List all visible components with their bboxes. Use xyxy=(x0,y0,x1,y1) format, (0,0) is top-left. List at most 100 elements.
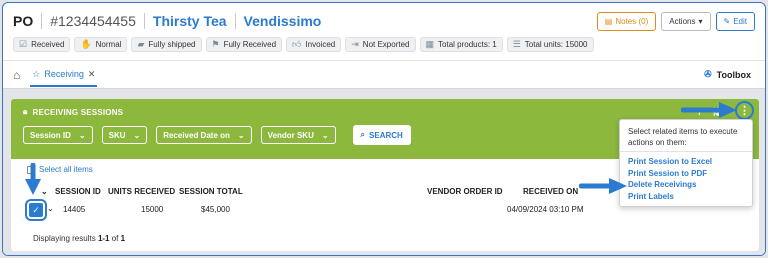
annotation-arrow-checkbox xyxy=(25,163,41,195)
check-square-icon: ☑ xyxy=(19,39,28,49)
export-icon: ⇥ xyxy=(351,39,359,49)
status-badge: ☑ Received xyxy=(13,37,71,52)
buyer-link[interactable]: Thirsty Tea xyxy=(153,13,227,29)
panel-title: 🔒︎ RECEIVING SESSIONS xyxy=(23,107,123,117)
footer-of: of xyxy=(111,234,119,243)
header-buttons: ▤ Notes (0) Actions ▾ ✎ Edit xyxy=(596,12,755,31)
note-icon: ▤ xyxy=(604,17,613,26)
popover-menu: Print Session to Excel Print Session to … xyxy=(620,152,752,202)
badge-label: Fully Received xyxy=(223,40,277,49)
header-divider xyxy=(234,13,236,29)
home-icon[interactable]: ⌂ xyxy=(13,68,20,82)
chevron-down-icon: ⌄ xyxy=(133,130,141,140)
status-badge: ✋ Normal xyxy=(74,37,128,52)
truck-icon: ▰ xyxy=(137,39,145,49)
notes-button[interactable]: ▤ Notes (0) xyxy=(596,12,657,31)
star-icon[interactable]: ☆ xyxy=(32,69,40,80)
menu-item-print-labels[interactable]: Print Labels xyxy=(620,191,752,203)
filter-label: Vendor SKU xyxy=(267,130,314,140)
badge-label: Invoiced xyxy=(305,40,336,49)
lock-icon: 🔒︎ xyxy=(23,107,28,116)
actions-popover: Select related items to execute actions … xyxy=(619,119,753,207)
filter-label: Received Date on xyxy=(163,130,230,140)
badge-label: Not Exported xyxy=(362,40,410,49)
expand-all-icon[interactable]: ⌄ xyxy=(41,187,48,196)
status-badges: ☑ Received ✋ Normal ▰ Fully shipped ⚑ Fully … xyxy=(13,37,594,52)
filter-label: SKU xyxy=(108,130,126,140)
filter-received-date[interactable]: Received Date on ⌄ xyxy=(156,126,252,144)
flag-icon: ⚑ xyxy=(211,39,220,49)
toolbox-button[interactable]: ✇ Toolbox xyxy=(704,69,751,80)
status-badge: ▰ Fully shipped xyxy=(131,37,202,52)
annotation-arrow-kebab xyxy=(681,102,737,118)
col-session-id[interactable]: SESSION ID xyxy=(55,187,101,196)
status-badge: ⚑ Fully Received xyxy=(205,37,283,52)
tab-bar: ⌂ ☆ Receiving ✕ xyxy=(13,63,98,87)
header-divider xyxy=(41,13,43,29)
close-icon[interactable]: ✕ xyxy=(88,69,96,80)
po-number: #1234454455 xyxy=(50,13,136,29)
badge-label: Normal xyxy=(95,40,122,49)
panel-title-text: RECEIVING SESSIONS xyxy=(32,107,124,117)
search-button[interactable]: ⌕ SEARCH xyxy=(352,125,411,145)
filter-label: Session ID xyxy=(30,130,71,140)
col-vendor-order-id[interactable]: VENDOR ORDER ID xyxy=(427,187,503,196)
pencil-icon: ✎ xyxy=(723,17,731,26)
annotation-arrow-delete xyxy=(579,178,627,194)
actions-button[interactable]: Actions ▾ xyxy=(661,12,711,31)
actions-label: Actions xyxy=(669,17,696,26)
row-expand-icon[interactable]: ⌄ xyxy=(47,204,54,213)
search-icon: ⌕ xyxy=(360,130,366,139)
tab-receiving[interactable]: ☆ Receiving ✕ xyxy=(30,63,98,87)
search-label: SEARCH xyxy=(369,130,403,140)
menu-item-print-excel[interactable]: Print Session to Excel xyxy=(620,156,752,168)
cell-received-on: 04/09/2024 03:10 PM xyxy=(507,205,584,214)
badge-label: Fully shipped xyxy=(148,40,196,49)
toolbox-label: Toolbox xyxy=(716,69,751,80)
col-received-on[interactable]: RECEIVED ON xyxy=(523,187,578,196)
cell-session-id: 14405 xyxy=(63,205,86,214)
boxes-icon: ▦ xyxy=(425,39,435,49)
menu-item-delete-receivings[interactable]: Delete Receivings xyxy=(620,179,752,191)
table-header: ⌄ SESSION ID UNITS RECEIVED SESSION TOTA… xyxy=(27,185,627,199)
filter-sku[interactable]: SKU ⌄ xyxy=(101,126,148,144)
status-badge: 👍︎ Invoiced xyxy=(286,37,342,52)
status-badge: ▦ Total products: 1 xyxy=(419,37,503,52)
chevron-down-icon: ⌄ xyxy=(237,130,245,140)
filter-session-id[interactable]: Session ID ⌄ xyxy=(23,126,93,144)
po-label: PO xyxy=(13,13,34,29)
status-badge: ⇥ Not Exported xyxy=(345,37,416,52)
row-checkbox[interactable]: ✓ xyxy=(25,199,47,221)
badge-label: Received xyxy=(31,40,65,49)
cell-session-total: $45,000 xyxy=(201,205,230,214)
col-units-received[interactable]: UNITS RECEIVED xyxy=(108,187,175,196)
results-footer: Displaying results 1-1 of 1 xyxy=(33,234,125,243)
vendor-link[interactable]: Vendissimo xyxy=(244,13,322,29)
header-separator xyxy=(3,60,765,61)
popover-hint: Select related items to execute actions … xyxy=(620,120,752,152)
badge-label: Total units: 15000 xyxy=(524,40,588,49)
app-window: PO #1234454455 Thirsty Tea Vendissimo ▤ … xyxy=(2,2,766,256)
select-all-label: Select all items xyxy=(39,165,93,174)
footer-prefix: Displaying results xyxy=(33,234,96,243)
table-row[interactable]: ✓ ⌄ 14405 15000 $45,000 04/09/2024 03:10… xyxy=(25,199,607,221)
cell-units-received: 15000 xyxy=(141,205,164,214)
footer-total: 1 xyxy=(120,234,126,243)
chevron-down-icon: ⌄ xyxy=(78,130,86,140)
footer-range: 1-1 xyxy=(97,234,110,243)
chevron-down-icon: ⌄ xyxy=(321,130,329,140)
menu-item-print-pdf[interactable]: Print Session to PDF xyxy=(620,168,752,180)
filter-bar: Session ID ⌄ SKU ⌄ Received Date on ⌄ Vendo… xyxy=(23,125,411,145)
col-session-total[interactable]: SESSION TOTAL xyxy=(179,187,243,196)
hand-icon: ✋ xyxy=(80,39,92,49)
tab-label: Receiving xyxy=(44,69,84,79)
notes-label: Notes (0) xyxy=(615,17,649,26)
wrench-icon: ✇ xyxy=(704,69,712,79)
page-header: PO #1234454455 Thirsty Tea Vendissimo xyxy=(13,12,321,30)
caret-down-icon: ▾ xyxy=(698,17,703,26)
badge-label: Total products: 1 xyxy=(438,40,497,49)
status-badge: ☰ Total units: 15000 xyxy=(506,37,594,52)
edit-button[interactable]: ✎ Edit xyxy=(715,12,755,31)
filter-vendor-sku[interactable]: Vendor SKU ⌄ xyxy=(260,126,336,144)
edit-label: Edit xyxy=(733,17,747,26)
